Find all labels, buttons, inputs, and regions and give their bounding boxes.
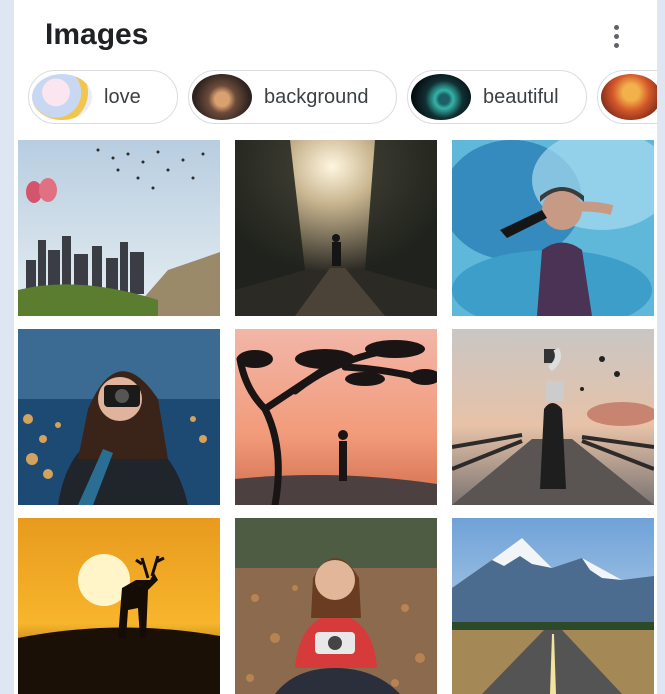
image-city-skyline[interactable] — [18, 140, 220, 316]
chip-label: beautiful — [483, 85, 559, 108]
chip-beautiful[interactable]: beautiful — [407, 70, 587, 124]
image-woman-camera-city[interactable] — [18, 329, 220, 505]
chip-love[interactable]: love — [28, 70, 178, 124]
autumn-thumbnail-icon — [601, 74, 657, 120]
image-woman-leaves[interactable] — [235, 518, 437, 694]
more-options-icon[interactable] — [604, 20, 628, 52]
chip-label: background — [264, 85, 369, 108]
forest-thumbnail-icon — [192, 74, 252, 120]
image-blue-smoke[interactable] — [452, 140, 654, 316]
filter-chips: love background beautiful — [28, 70, 657, 126]
image-mountain-road[interactable] — [452, 518, 654, 694]
section-title: Images — [45, 18, 149, 51]
image-tree-sunset[interactable] — [235, 329, 437, 505]
chip-autumn[interactable] — [597, 70, 657, 124]
image-grid — [18, 140, 657, 694]
peacock-thumbnail-icon — [411, 74, 471, 120]
images-card: Images love background beautiful — [14, 0, 657, 694]
love-thumbnail-icon — [32, 74, 92, 120]
image-foggy-forest[interactable] — [235, 140, 437, 316]
chip-label: love — [104, 85, 141, 108]
image-deer-sunset[interactable] — [18, 518, 220, 694]
image-smoke-pier[interactable] — [452, 329, 654, 505]
chip-background[interactable]: background — [188, 70, 397, 124]
